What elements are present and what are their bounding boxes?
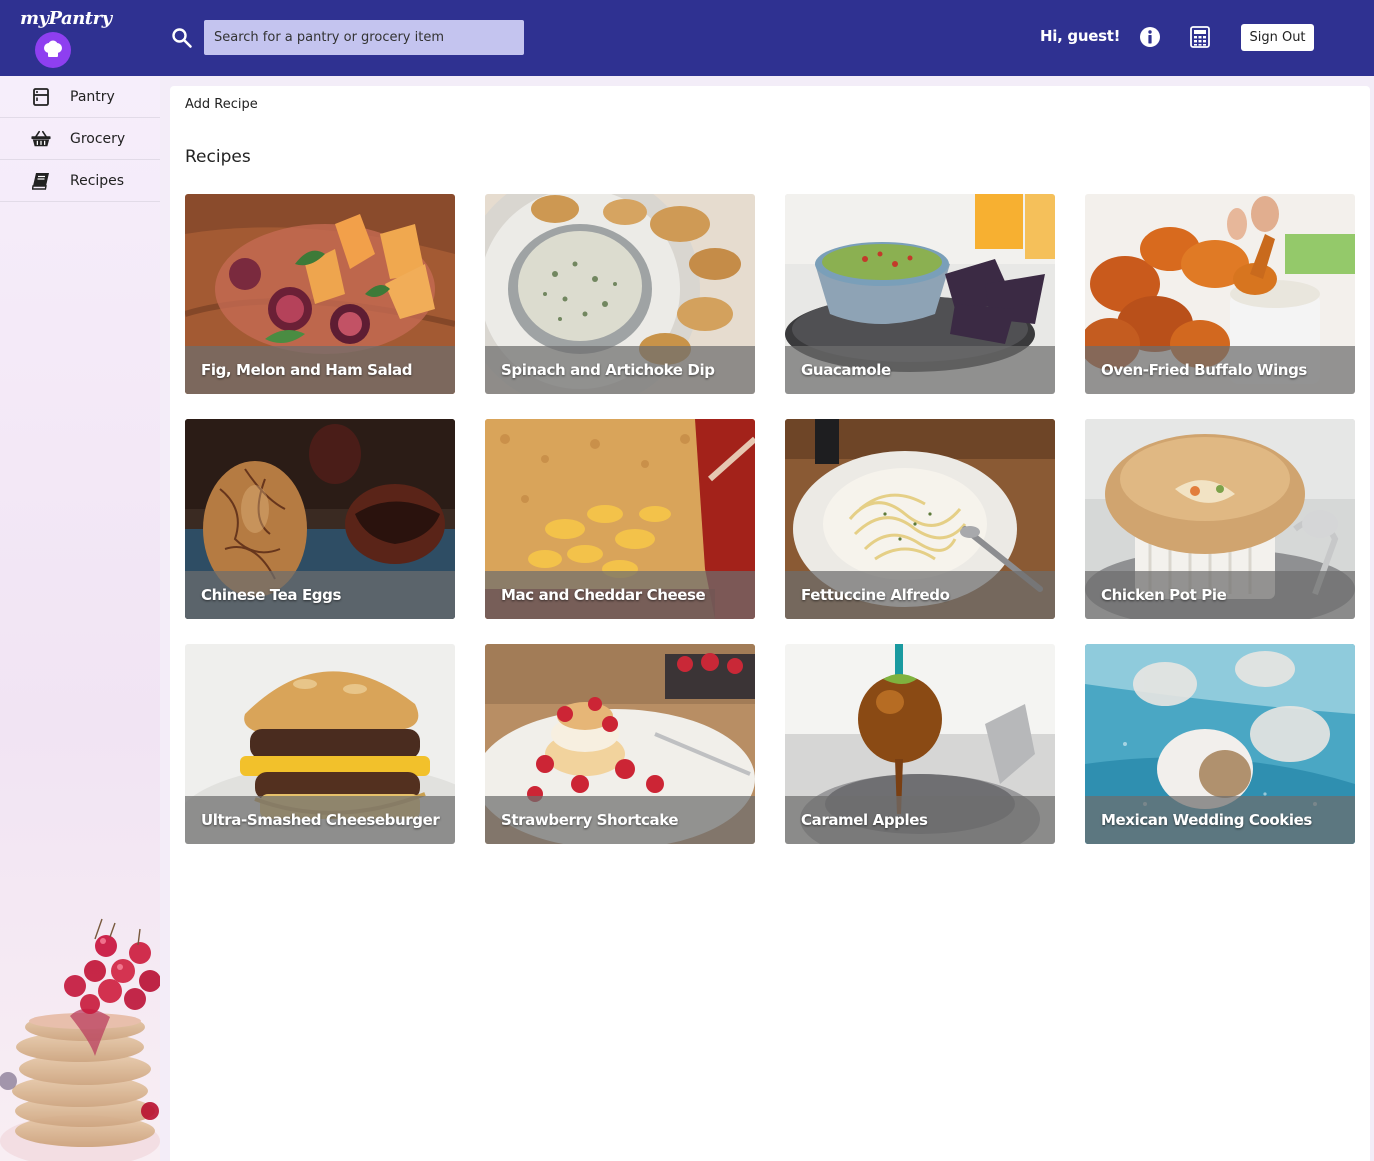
sidebar-item-grocery[interactable]: Grocery bbox=[0, 118, 160, 160]
user-greeting: Hi, guest! bbox=[1040, 27, 1121, 45]
sidebar-item-recipes[interactable]: Recipes bbox=[0, 160, 160, 202]
pantry-icon bbox=[31, 87, 51, 107]
chef-hat-icon[interactable] bbox=[35, 32, 71, 68]
basket-icon bbox=[31, 129, 51, 149]
recipe-card[interactable]: Chinese Tea Eggs bbox=[185, 419, 455, 619]
recipe-title: Caramel Apples bbox=[785, 796, 1055, 844]
top-navbar: myPantry Hi, guest! Sign Out bbox=[0, 0, 1374, 76]
recipe-title: Oven-Fried Buffalo Wings bbox=[1085, 346, 1355, 394]
sign-out-button[interactable]: Sign Out bbox=[1241, 24, 1314, 51]
page-title: Recipes bbox=[185, 147, 251, 167]
recipe-title: Spinach and Artichoke Dip bbox=[485, 346, 755, 394]
recipe-card[interactable]: Guacamole bbox=[785, 194, 1055, 394]
app-logo-text[interactable]: myPantry bbox=[20, 8, 112, 29]
search-icon[interactable] bbox=[171, 27, 193, 49]
recipe-card[interactable]: Strawberry Shortcake bbox=[485, 644, 755, 844]
recipe-title: Mexican Wedding Cookies bbox=[1085, 796, 1355, 844]
recipe-card[interactable]: Ultra-Smashed Cheeseburger bbox=[185, 644, 455, 844]
add-recipe-link[interactable]: Add Recipe bbox=[185, 97, 258, 112]
recipe-card[interactable]: Mexican Wedding Cookies bbox=[1085, 644, 1355, 844]
recipe-card[interactable]: Oven-Fried Buffalo Wings bbox=[1085, 194, 1355, 394]
recipe-card[interactable]: Caramel Apples bbox=[785, 644, 1055, 844]
recipe-title: Mac and Cheddar Cheese bbox=[485, 571, 755, 619]
sidebar-item-label: Grocery bbox=[70, 130, 126, 147]
info-icon[interactable] bbox=[1139, 26, 1161, 48]
main-content: Add Recipe Recipes Fig, Melon and Ham Sa… bbox=[170, 86, 1370, 1161]
recipe-title: Chicken Pot Pie bbox=[1085, 571, 1355, 619]
sidebar-item-label: Recipes bbox=[70, 172, 125, 189]
recipe-card[interactable]: Spinach and Artichoke Dip bbox=[485, 194, 755, 394]
recipe-title: Fettuccine Alfredo bbox=[785, 571, 1055, 619]
recipe-card[interactable]: Fettuccine Alfredo bbox=[785, 419, 1055, 619]
search-input[interactable] bbox=[204, 20, 524, 55]
sidebar-item-label: Pantry bbox=[70, 88, 115, 105]
recipe-card[interactable]: Fig, Melon and Ham Salad bbox=[185, 194, 455, 394]
recipe-title: Fig, Melon and Ham Salad bbox=[185, 346, 455, 394]
recipe-title: Chinese Tea Eggs bbox=[185, 571, 455, 619]
recipe-card[interactable]: Chicken Pot Pie bbox=[1085, 419, 1355, 619]
recipe-card[interactable]: Mac and Cheddar Cheese bbox=[485, 419, 755, 619]
recipe-title: Strawberry Shortcake bbox=[485, 796, 755, 844]
sidebar: Pantry Grocery Recipes bbox=[0, 76, 160, 1161]
sidebar-item-pantry[interactable]: Pantry bbox=[0, 76, 160, 118]
calculator-icon[interactable] bbox=[1190, 26, 1210, 48]
pancake-berries-image bbox=[0, 918, 160, 1161]
recipe-title: Ultra-Smashed Cheeseburger bbox=[185, 796, 455, 844]
recipe-title: Guacamole bbox=[785, 346, 1055, 394]
book-icon bbox=[31, 171, 51, 191]
